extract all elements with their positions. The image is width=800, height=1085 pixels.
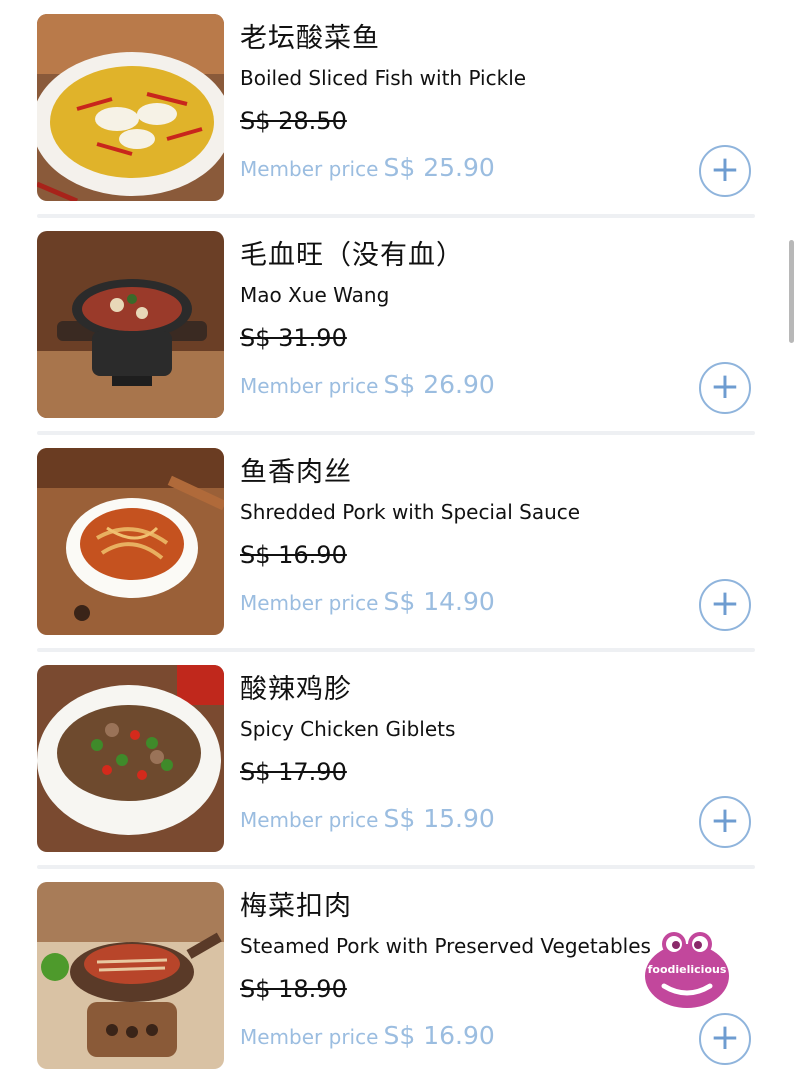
member-price-label: Member price xyxy=(240,808,379,832)
menu-item[interactable]: 毛血旺（没有血） Mao Xue Wang S$ 31.90 Member pr… xyxy=(0,217,800,434)
member-price-row: Member price S$ 15.90 xyxy=(240,804,495,833)
add-to-cart-button[interactable]: + xyxy=(699,362,751,414)
original-price: S$ 31.90 xyxy=(240,324,347,352)
menu-item[interactable]: 鱼香肉丝 Shredded Pork with Special Sauce S$… xyxy=(0,434,800,651)
dish-image[interactable] xyxy=(37,665,224,852)
plus-icon: + xyxy=(709,799,741,841)
plus-icon: + xyxy=(709,148,741,190)
dish-name-cn: 鱼香肉丝 xyxy=(240,457,352,488)
menu-item[interactable]: 酸辣鸡胗 Spicy Chicken Giblets S$ 17.90 Memb… xyxy=(0,651,800,868)
menu-item[interactable]: 老坛酸菜鱼 Boiled Sliced Fish with Pickle S$ … xyxy=(0,0,800,217)
member-price-row: Member price S$ 16.90 xyxy=(240,1021,495,1050)
member-price-label: Member price xyxy=(240,157,379,181)
member-price-label: Member price xyxy=(240,591,379,615)
watermark-text: foodielicious xyxy=(647,963,727,976)
plus-icon: + xyxy=(709,365,741,407)
member-price-row: Member price S$ 26.90 xyxy=(240,370,495,399)
member-price-value: S$ 25.90 xyxy=(383,153,495,182)
original-price: S$ 18.90 xyxy=(240,975,347,1003)
scrollbar[interactable] xyxy=(789,240,794,343)
dish-name-en: Mao Xue Wang xyxy=(240,283,390,307)
dish-name-cn: 梅菜扣肉 xyxy=(240,891,352,922)
dish-name-en: Spicy Chicken Giblets xyxy=(240,717,456,741)
original-price: S$ 16.90 xyxy=(240,541,347,569)
member-price-label: Member price xyxy=(240,1025,379,1049)
foodielicious-logo: foodielicious xyxy=(642,930,732,1010)
original-price: S$ 17.90 xyxy=(240,758,347,786)
dish-name-en: Steamed Pork with Preserved Vegetables xyxy=(240,934,651,958)
dish-name-cn: 老坛酸菜鱼 xyxy=(240,23,380,54)
dish-image[interactable] xyxy=(37,14,224,201)
dish-name-cn: 毛血旺（没有血） xyxy=(240,240,464,271)
member-price-label: Member price xyxy=(240,374,379,398)
dish-image[interactable] xyxy=(37,882,224,1069)
dish-name-en: Shredded Pork with Special Sauce xyxy=(240,500,581,524)
original-price: S$ 28.50 xyxy=(240,107,347,135)
member-price-row: Member price S$ 14.90 xyxy=(240,587,495,616)
member-price-value: S$ 15.90 xyxy=(383,804,495,833)
member-price-value: S$ 14.90 xyxy=(383,587,495,616)
member-price-value: S$ 26.90 xyxy=(383,370,495,399)
plus-icon: + xyxy=(709,582,741,624)
dish-name-en: Boiled Sliced Fish with Pickle xyxy=(240,66,527,90)
member-price-value: S$ 16.90 xyxy=(383,1021,495,1050)
plus-icon: + xyxy=(709,1016,741,1058)
add-to-cart-button[interactable]: + xyxy=(699,796,751,848)
dish-name-cn: 酸辣鸡胗 xyxy=(240,674,352,705)
add-to-cart-button[interactable]: + xyxy=(699,145,751,197)
dish-image[interactable] xyxy=(37,448,224,635)
member-price-row: Member price S$ 25.90 xyxy=(240,153,495,182)
dish-image[interactable] xyxy=(37,231,224,418)
add-to-cart-button[interactable]: + xyxy=(699,1013,751,1065)
add-to-cart-button[interactable]: + xyxy=(699,579,751,631)
